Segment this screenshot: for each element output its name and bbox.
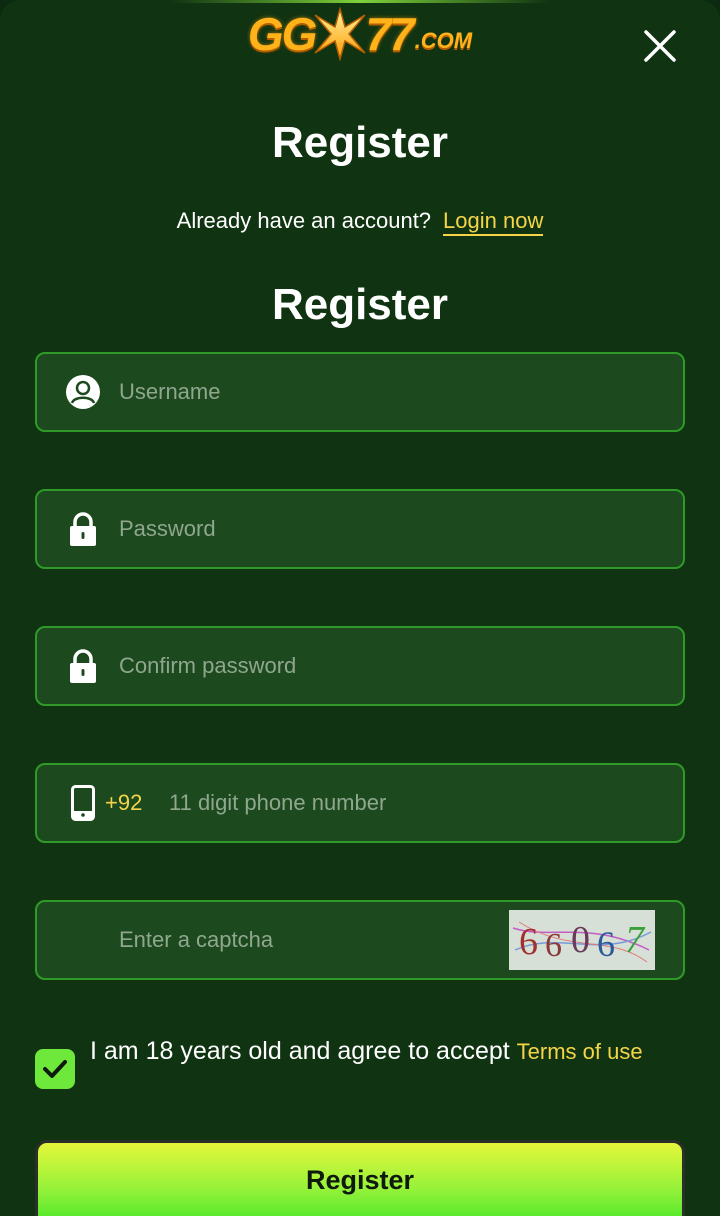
lock-icon [65, 648, 101, 684]
username-field-box [35, 352, 685, 432]
agree-text-block: I am 18 years old and agree to accept Te… [90, 1034, 675, 1069]
captcha-char: 6 [597, 924, 615, 964]
user-circle-icon [65, 374, 101, 410]
captcha-field-box: 6 6 0 6 7 [35, 900, 685, 980]
password-field-box [35, 489, 685, 569]
agree-checkbox[interactable] [35, 1049, 75, 1089]
confirm-password-input[interactable] [117, 628, 537, 704]
page-title: Register [271, 118, 449, 167]
close-icon [644, 30, 676, 62]
captcha-image[interactable]: 6 6 0 6 7 [509, 910, 655, 970]
star-icon [314, 7, 367, 61]
logo-text-number: 77 [365, 8, 414, 60]
password-input[interactable] [117, 491, 537, 567]
captcha-char: 0 [571, 919, 590, 961]
agree-label: I am 18 years old and agree to accept [90, 1037, 510, 1065]
lock-icon [65, 511, 101, 547]
form-title: Register [271, 280, 449, 329]
register-submit-button[interactable]: Register [35, 1140, 685, 1216]
logo-text-domain: .COM [414, 28, 473, 53]
brand-logo-mark: GG 77 .COM [248, 7, 472, 61]
account-prompt-line: Already have an account? Login now [0, 208, 720, 236]
phone-field-box: +92 [35, 763, 685, 843]
brand-logo: GG 77 .COM [0, 2, 720, 66]
logo-text-main: GG [247, 8, 318, 60]
captcha-char: 6 [519, 921, 538, 963]
login-now-link[interactable]: Login now [443, 208, 544, 236]
phone-country-code[interactable]: +92 [105, 790, 142, 816]
captcha-char: 6 [545, 927, 562, 964]
checkmark-icon [43, 1060, 67, 1078]
phone-input[interactable] [167, 765, 587, 841]
confirm-password-field-box [35, 626, 685, 706]
captcha-input[interactable] [117, 902, 537, 978]
username-input[interactable] [117, 354, 537, 430]
captcha-char: 7 [625, 919, 646, 961]
terms-of-use-link[interactable]: Terms of use [517, 1039, 643, 1064]
register-sheet: GG 77 .COM Register Already have an acco… [0, 0, 720, 1216]
phone-icon [65, 785, 101, 821]
close-button[interactable] [638, 24, 682, 68]
account-prompt-text: Already have an account? [176, 208, 432, 233]
